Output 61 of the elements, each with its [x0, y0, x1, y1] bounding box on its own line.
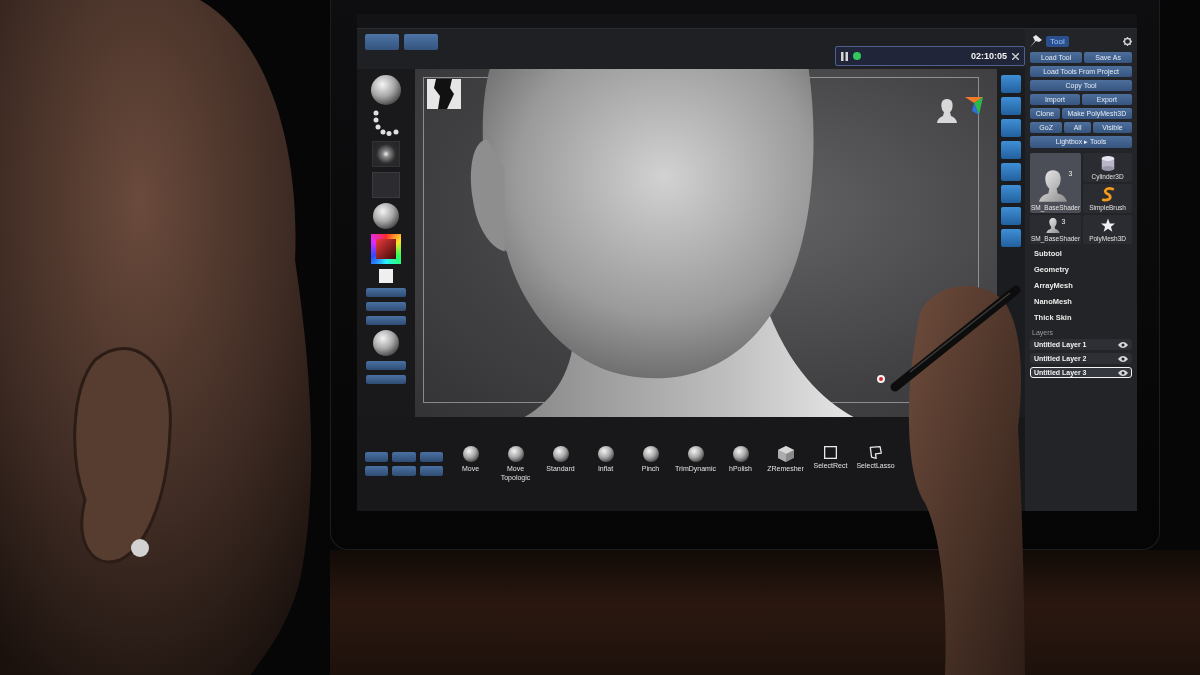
lasso-select-icon: [869, 446, 882, 460]
earring-icon: [131, 539, 149, 557]
settings-icon[interactable]: [1123, 36, 1132, 46]
tool-icon: [1030, 35, 1042, 47]
shelf-button[interactable]: [365, 452, 389, 462]
view-control-button[interactable]: [1001, 141, 1021, 159]
brush-sphere-icon: [371, 75, 401, 105]
view-control-button[interactable]: [1001, 229, 1021, 247]
view-control-button[interactable]: [1001, 163, 1021, 181]
shelf-button[interactable]: [419, 452, 443, 462]
sphere-brush-icon: [687, 446, 704, 463]
sphere-brush-icon: [462, 446, 479, 463]
timer-text: 02:10:05: [970, 51, 1007, 61]
color-swatch-icon[interactable]: [379, 269, 393, 283]
bust-icon: [1038, 170, 1067, 202]
cube-icon: [777, 446, 794, 463]
timeline-bar[interactable]: 02:10:05: [835, 46, 1025, 66]
bust-icon: [1045, 218, 1060, 233]
sphere-icon: [373, 330, 399, 356]
view-control-button[interactable]: [1001, 97, 1021, 115]
viewport[interactable]: [415, 69, 997, 417]
color-picker-icon[interactable]: [371, 234, 401, 264]
sphere-brush-icon: [597, 446, 614, 463]
toolbar-button[interactable]: [404, 34, 438, 50]
shelf-button[interactable]: [365, 466, 389, 476]
brush-stroke-icon: [1100, 187, 1115, 202]
eye-icon[interactable]: [1118, 355, 1128, 362]
texture-slot-icon[interactable]: [372, 172, 400, 198]
sphere-brush-icon: [507, 446, 524, 463]
view-control-button[interactable]: [1001, 185, 1021, 203]
shelf-button[interactable]: [392, 452, 416, 462]
pause-icon[interactable]: [841, 51, 848, 61]
star-icon: [1100, 218, 1115, 233]
material-sphere-icon: [373, 203, 399, 229]
cursor-icon: [877, 375, 885, 383]
shelf-button[interactable]: [366, 375, 406, 384]
shelf-button[interactable]: [366, 302, 406, 311]
view-control-button[interactable]: [1001, 119, 1021, 137]
close-icon[interactable]: [1012, 52, 1019, 60]
sphere-brush-icon: [642, 446, 659, 463]
view-control-button[interactable]: [1001, 75, 1021, 93]
shelf-button[interactable]: [366, 288, 406, 297]
shelf-button[interactable]: [419, 466, 443, 476]
preview-thumbnail: [427, 79, 461, 109]
sphere-brush-icon: [732, 446, 749, 463]
status-dot-icon: [853, 52, 861, 60]
shelf-button[interactable]: [392, 466, 416, 476]
eye-icon[interactable]: [1118, 369, 1128, 376]
alpha-glow-icon[interactable]: [372, 141, 400, 167]
cylinder-icon: [1100, 156, 1115, 171]
view-control-button[interactable]: [1001, 207, 1021, 225]
eye-icon[interactable]: [1118, 341, 1128, 348]
dots-stroke-icon[interactable]: [373, 110, 399, 136]
rectangle-select-icon: [824, 446, 837, 460]
sphere-brush-icon: [552, 446, 569, 463]
bust-icon[interactable]: [937, 99, 957, 123]
shelf-button[interactable]: [366, 316, 406, 325]
tool-palette-tab[interactable]: Tool: [1046, 35, 1069, 47]
shelf-button[interactable]: [366, 361, 406, 370]
toolbar-button[interactable]: [365, 34, 399, 50]
axis-gizmo-icon[interactable]: [965, 97, 983, 115]
